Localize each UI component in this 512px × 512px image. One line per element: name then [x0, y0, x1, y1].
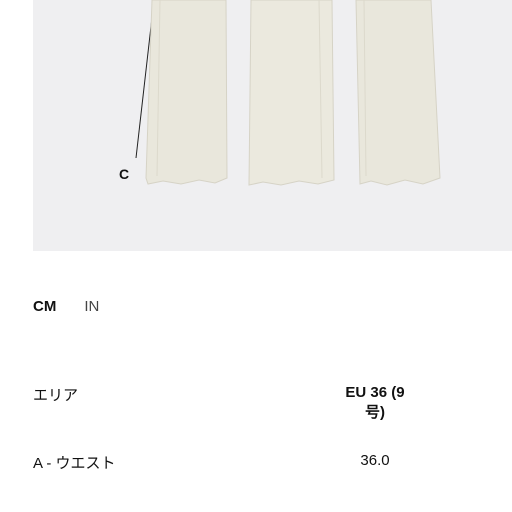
- size-table-header: エリア EU 36 (9 号): [33, 384, 512, 421]
- size-guide-page: C CM IN エリア EU 36 (9 号) A - ウエスト 36.0: [0, 0, 512, 512]
- measurement-value: 36.0: [360, 452, 390, 469]
- table-row: A - ウエスト 36.0: [33, 452, 512, 476]
- selected-size-value: EU 36 (9 号): [345, 384, 405, 421]
- region-label: エリア: [33, 387, 79, 404]
- measure-label-c: C: [119, 166, 130, 182]
- unit-in-button[interactable]: IN: [84, 298, 99, 315]
- unit-cm-button[interactable]: CM: [33, 298, 56, 315]
- unit-toggle: CM IN: [33, 298, 99, 315]
- right-leg-panel: [355, 0, 441, 186]
- measurement-label: A - ウエスト: [33, 455, 116, 472]
- product-image: [33, 0, 512, 251]
- pants-illustration: [135, 0, 441, 186]
